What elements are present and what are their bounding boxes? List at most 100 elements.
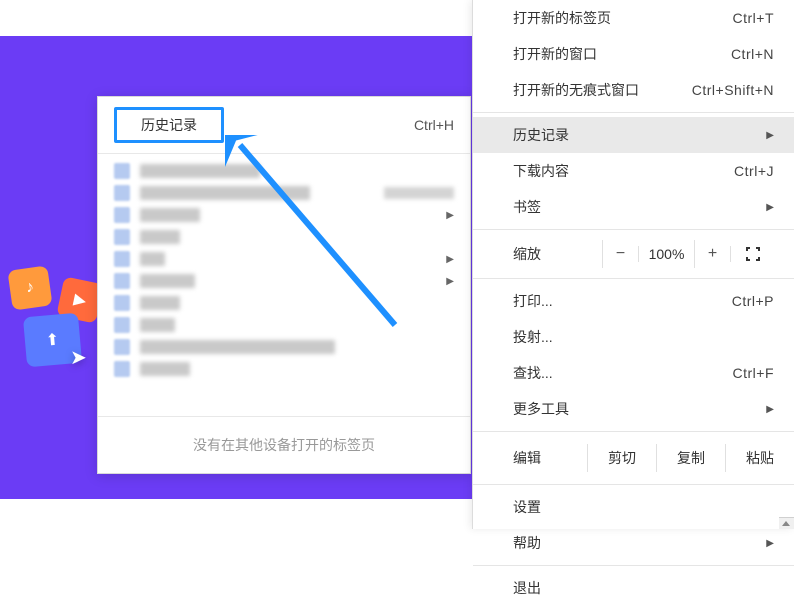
fullscreen-button[interactable]: [730, 246, 774, 262]
chevron-right-icon: ▶: [766, 130, 774, 141]
history-item[interactable]: [98, 336, 470, 358]
history-item[interactable]: ▶: [98, 270, 470, 292]
history-item-meta: [384, 187, 454, 199]
chevron-right-icon: ▶: [446, 210, 454, 221]
menu-divider: [473, 431, 794, 432]
menu-label: 帮助: [513, 533, 541, 553]
history-list: ▶ ▶ ▶: [98, 154, 470, 386]
history-item[interactable]: [98, 226, 470, 248]
menu-edit: 编辑 剪切 复制 粘贴: [473, 436, 794, 480]
menu-label: 编辑: [513, 448, 541, 468]
history-item-label: [140, 230, 180, 244]
menu-new-tab[interactable]: 打开新的标签页 Ctrl+T: [473, 0, 794, 36]
menu-settings[interactable]: 设置: [473, 489, 794, 525]
menu-shortcut: Ctrl+N: [731, 46, 774, 62]
menu-divider: [473, 565, 794, 566]
history-item[interactable]: [98, 160, 470, 182]
favicon-icon: [114, 273, 130, 289]
menu-label: 书签: [513, 197, 541, 217]
copy-button[interactable]: 复制: [656, 444, 725, 472]
history-item-label: [140, 164, 260, 178]
menu-label: 缩放: [513, 244, 541, 264]
menu-label: 打开新的无痕式窗口: [513, 80, 639, 100]
history-item-label: [140, 318, 175, 332]
history-footer-text: 没有在其他设备打开的标签页: [193, 437, 375, 453]
browser-context-menu: 打开新的标签页 Ctrl+T 打开新的窗口 Ctrl+N 打开新的无痕式窗口 C…: [472, 0, 794, 529]
menu-shortcut: Ctrl+J: [734, 163, 774, 179]
zoom-value: 100%: [638, 246, 694, 262]
history-item[interactable]: ▶: [98, 248, 470, 270]
menu-downloads[interactable]: 下载内容 Ctrl+J: [473, 153, 794, 189]
chevron-right-icon: ▶: [766, 538, 774, 549]
menu-new-incognito[interactable]: 打开新的无痕式窗口 Ctrl+Shift+N: [473, 72, 794, 108]
scrollbar-up-button[interactable]: [779, 517, 794, 529]
history-item[interactable]: [98, 314, 470, 336]
history-title: 历史记录: [141, 117, 197, 133]
menu-label: 历史记录: [513, 125, 569, 145]
zoom-out-button[interactable]: −: [602, 240, 638, 268]
chevron-right-icon: ▶: [446, 254, 454, 265]
menu-divider: [473, 229, 794, 230]
chevron-right-icon: ▶: [766, 202, 774, 213]
history-title-highlight[interactable]: 历史记录: [114, 107, 224, 143]
history-item-label: [140, 208, 200, 222]
zoom-in-button[interactable]: +: [694, 240, 730, 268]
menu-shortcut: Ctrl+Shift+N: [692, 82, 774, 98]
chevron-right-icon: ▶: [446, 276, 454, 287]
menu-shortcut: Ctrl+T: [733, 10, 775, 26]
menu-label: 退出: [513, 578, 541, 598]
menu-history[interactable]: 历史记录 ▶: [473, 117, 794, 153]
menu-help[interactable]: 帮助 ▶: [473, 525, 794, 561]
menu-cast[interactable]: 投射...: [473, 319, 794, 355]
history-submenu-panel: 历史记录 Ctrl+H ▶ ▶ ▶: [97, 96, 471, 474]
menu-label: 打开新的窗口: [513, 44, 597, 64]
history-shortcut: Ctrl+H: [414, 117, 454, 133]
history-item-label: [140, 296, 180, 310]
history-item-label: [140, 186, 310, 200]
cursor-icon: ➤: [70, 345, 87, 370]
history-item[interactable]: ▶: [98, 204, 470, 226]
history-item-label: [140, 274, 195, 288]
menu-more-tools[interactable]: 更多工具 ▶: [473, 391, 794, 427]
menu-label: 更多工具: [513, 399, 569, 419]
history-item-label: [140, 362, 190, 376]
favicon-icon: [114, 229, 130, 245]
menu-divider: [473, 112, 794, 113]
menu-divider: [473, 484, 794, 485]
menu-new-window[interactable]: 打开新的窗口 Ctrl+N: [473, 36, 794, 72]
history-item[interactable]: [98, 292, 470, 314]
menu-bookmarks[interactable]: 书签 ▶: [473, 189, 794, 225]
favicon-icon: [114, 251, 130, 267]
favicon-icon: [114, 317, 130, 333]
menu-exit[interactable]: 退出: [473, 570, 794, 606]
favicon-icon: [114, 339, 130, 355]
menu-zoom: 缩放 − 100% +: [473, 234, 794, 274]
favicon-icon: [114, 295, 130, 311]
menu-label: 下载内容: [513, 161, 569, 181]
favicon-icon: [114, 185, 130, 201]
menu-find[interactable]: 查找... Ctrl+F: [473, 355, 794, 391]
chevron-right-icon: ▶: [766, 404, 774, 415]
history-item[interactable]: [98, 182, 470, 204]
menu-shortcut: Ctrl+F: [733, 365, 775, 381]
history-item-label: [140, 252, 165, 266]
menu-divider: [473, 278, 794, 279]
history-header: 历史记录 Ctrl+H: [98, 97, 470, 154]
favicon-icon: [114, 207, 130, 223]
menu-shortcut: Ctrl+P: [732, 293, 774, 309]
menu-print[interactable]: 打印... Ctrl+P: [473, 283, 794, 319]
fullscreen-icon: [745, 246, 761, 262]
favicon-icon: [114, 163, 130, 179]
cut-button[interactable]: 剪切: [587, 444, 656, 472]
zoom-controls: − 100% +: [602, 240, 774, 268]
menu-label: 打印...: [513, 291, 553, 311]
menu-label: 投射...: [513, 327, 553, 347]
menu-label: 设置: [513, 497, 541, 517]
favicon-icon: [114, 361, 130, 377]
history-footer: 没有在其他设备打开的标签页: [98, 416, 470, 473]
history-item[interactable]: [98, 358, 470, 380]
history-item-label: [140, 340, 335, 354]
menu-label: 查找...: [513, 363, 553, 383]
paste-button[interactable]: 粘贴: [725, 444, 794, 472]
menu-label: 打开新的标签页: [513, 8, 611, 28]
